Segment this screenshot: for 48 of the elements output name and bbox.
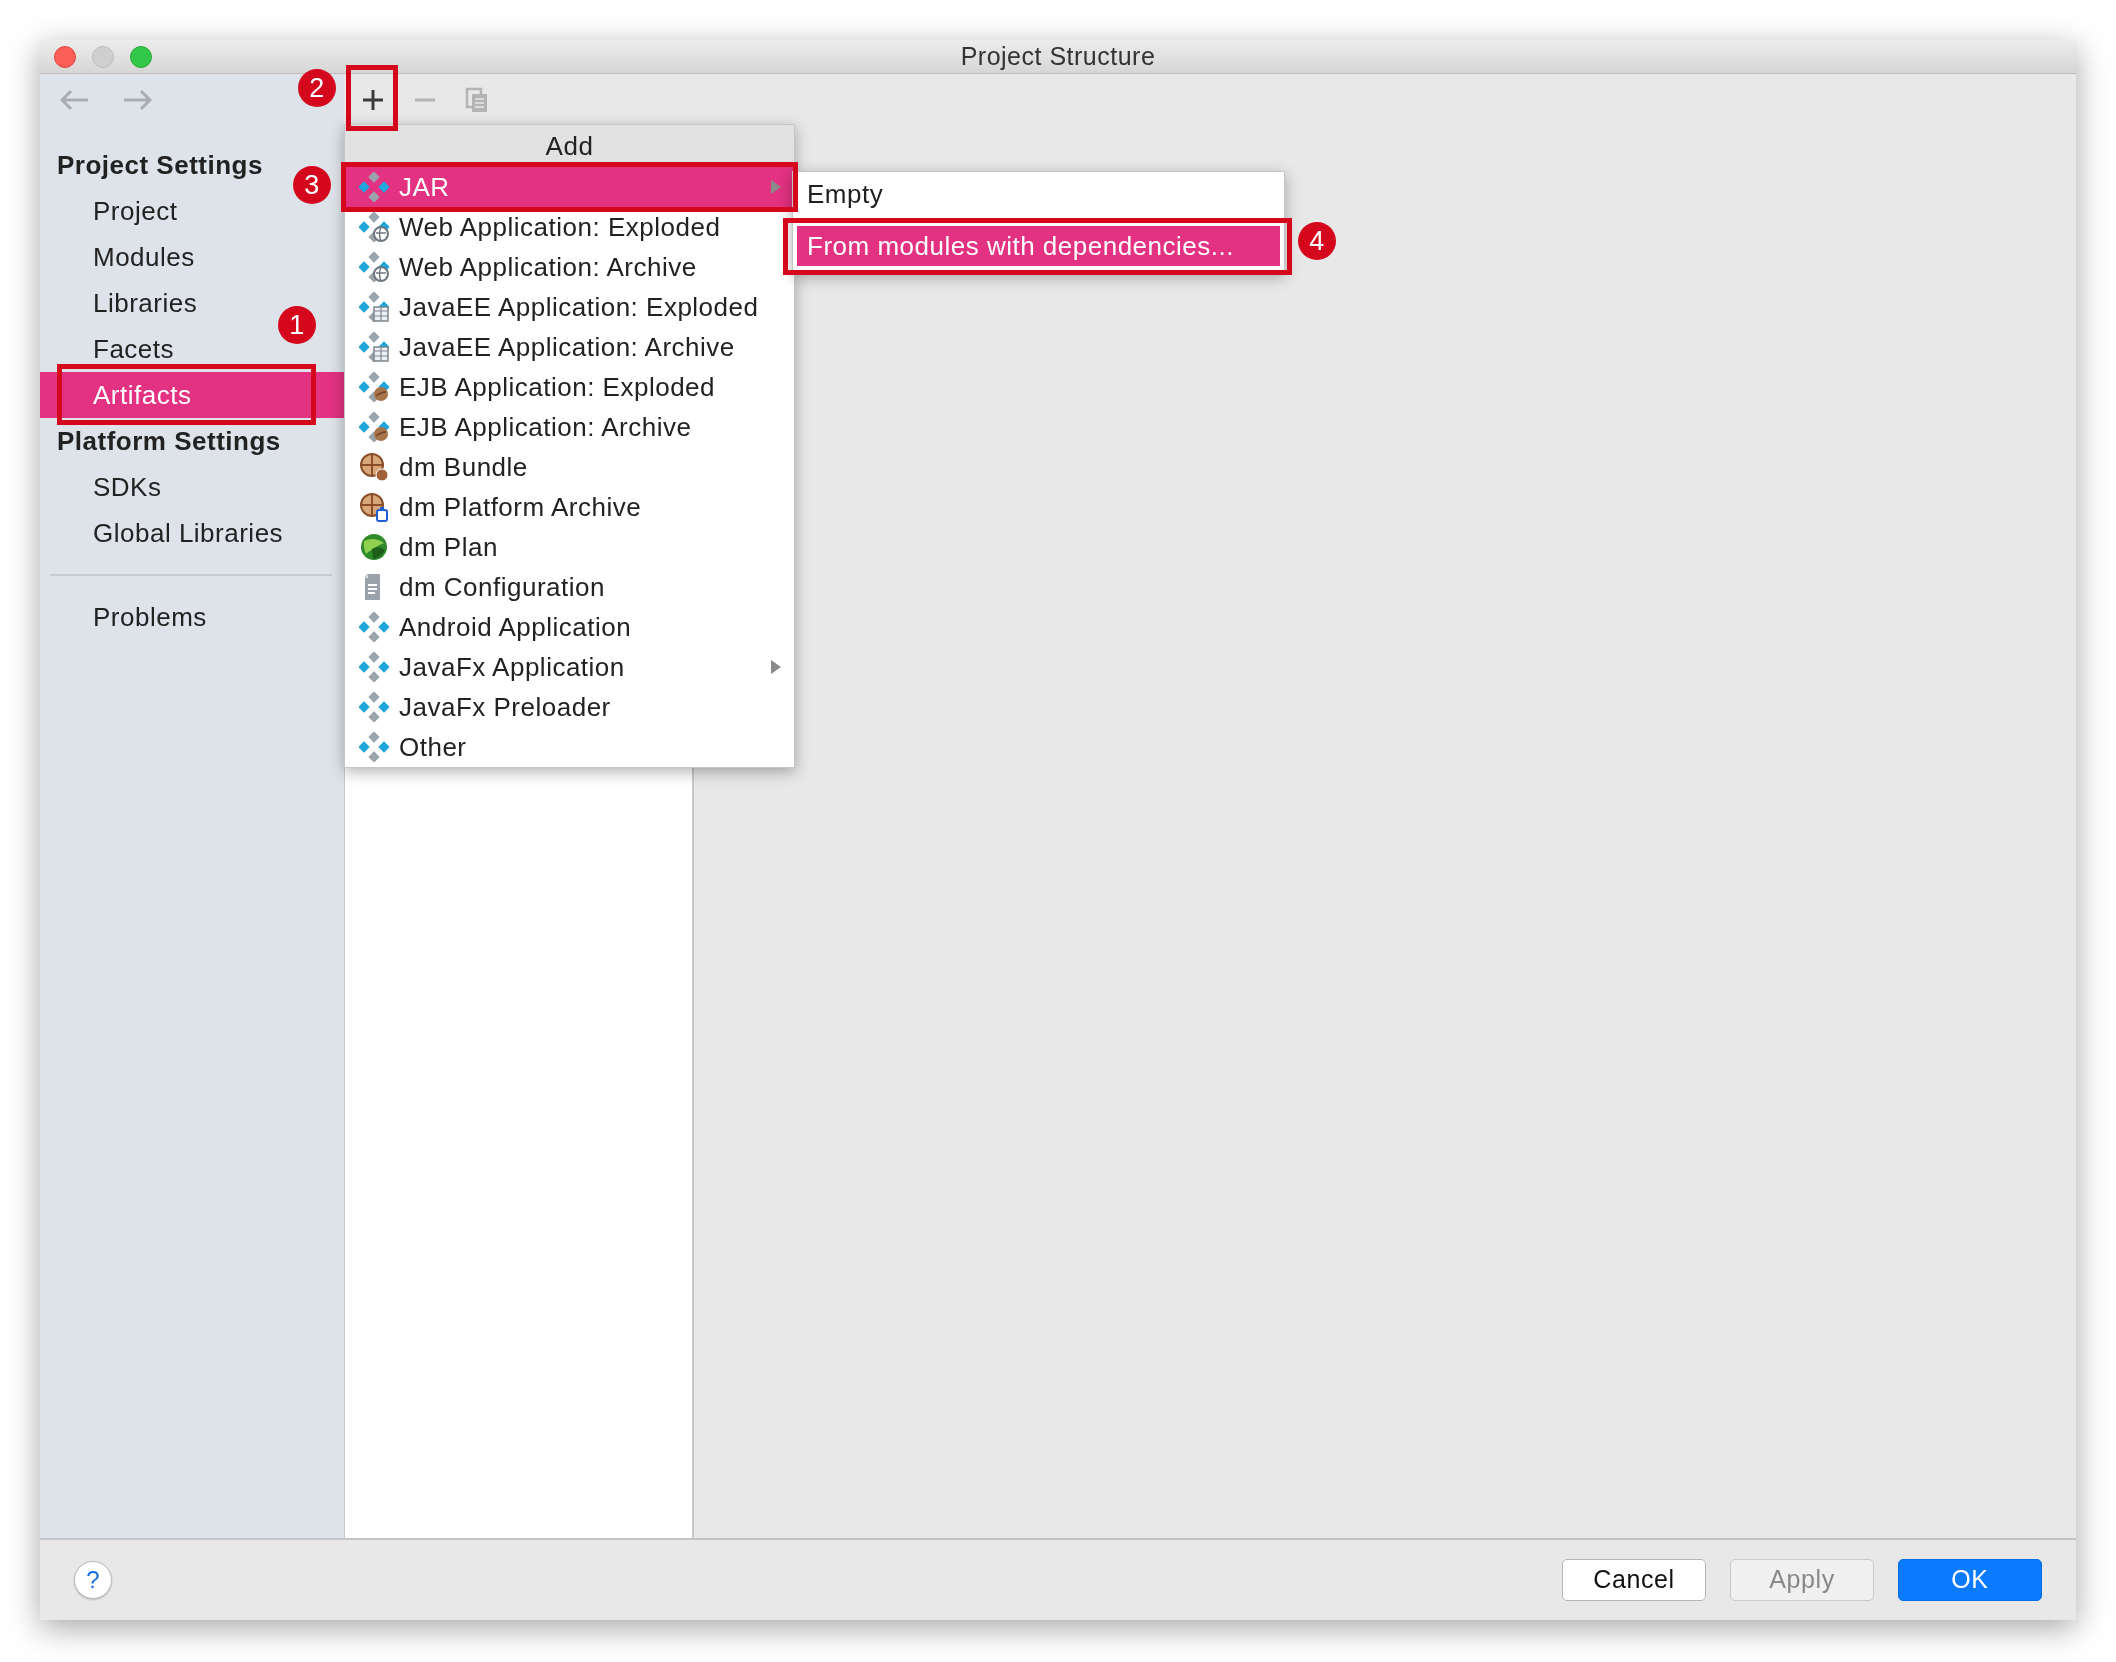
dialog-button[interactable]: Cancel bbox=[1562, 1559, 1706, 1601]
menu-item[interactable]: JAR bbox=[345, 167, 794, 207]
artifact-globe-icon bbox=[359, 252, 389, 282]
section-header: Platform Settings bbox=[57, 425, 281, 458]
menu-item[interactable]: dm Bundle bbox=[345, 447, 794, 487]
menu-item[interactable]: EJB Application: Exploded bbox=[345, 367, 794, 407]
dialog-button[interactable]: OK bbox=[1898, 1559, 2042, 1601]
menu-item[interactable]: Web Application: Exploded bbox=[345, 207, 794, 247]
sidebar-item[interactable]: SDKs bbox=[93, 464, 162, 510]
menu-item[interactable]: Android Application bbox=[345, 607, 794, 647]
artifact-bean-icon bbox=[359, 372, 389, 402]
section-header: Project Settings bbox=[57, 149, 263, 182]
artifact-icon bbox=[359, 652, 389, 682]
artifact-icon bbox=[359, 732, 389, 762]
sphere-icon bbox=[359, 532, 389, 562]
artifact-icon bbox=[359, 612, 389, 642]
sidebar-item[interactable]: Modules bbox=[93, 234, 195, 280]
artifact-grid-icon bbox=[359, 292, 389, 322]
sidebar-item[interactable]: Libraries bbox=[93, 280, 198, 326]
help-button[interactable]: ? bbox=[74, 1561, 112, 1599]
sidebar-item[interactable]: Project bbox=[93, 188, 178, 234]
artifact-icon bbox=[359, 692, 389, 722]
minimize-window-icon[interactable] bbox=[92, 45, 114, 68]
menu-item[interactable]: From modules with dependencies... bbox=[797, 226, 1280, 266]
artifact-grid-icon bbox=[359, 332, 389, 362]
menu-item[interactable]: EJB Application: Archive bbox=[345, 407, 794, 447]
menu-item[interactable]: JavaFx Application bbox=[345, 647, 794, 687]
menu-item[interactable]: dm Platform Archive bbox=[345, 487, 794, 527]
close-window-icon[interactable] bbox=[54, 45, 76, 68]
menu-item[interactable]: dm Configuration bbox=[345, 567, 794, 607]
menu-item[interactable]: JavaEE Application: Exploded bbox=[345, 287, 794, 327]
menu-item[interactable]: JavaEE Application: Archive bbox=[345, 327, 794, 367]
sidebar-item[interactable]: Facets bbox=[93, 326, 175, 372]
menu-item[interactable]: dm Plan bbox=[345, 527, 794, 567]
sidebar-item[interactable]: Artifacts bbox=[40, 372, 344, 418]
menu-item[interactable]: Web Application: Archive bbox=[345, 247, 794, 287]
menu-item[interactable]: Other bbox=[345, 727, 794, 767]
sidebar-item[interactable]: Global Libraries bbox=[93, 510, 284, 556]
crosshair-bean-icon bbox=[359, 452, 389, 482]
artifact-icon bbox=[359, 172, 389, 202]
artifact-bean-icon bbox=[359, 412, 389, 442]
highlight-frame bbox=[346, 65, 398, 131]
menu-item[interactable]: JavaFx Preloader bbox=[345, 687, 794, 727]
artifact-globe-icon bbox=[359, 212, 389, 242]
window-title: Project Structure bbox=[960, 41, 1156, 70]
crosshair-bottle-icon bbox=[359, 492, 389, 522]
sidebar-item[interactable]: Problems bbox=[93, 594, 207, 640]
zoom-window-icon[interactable] bbox=[130, 45, 152, 68]
